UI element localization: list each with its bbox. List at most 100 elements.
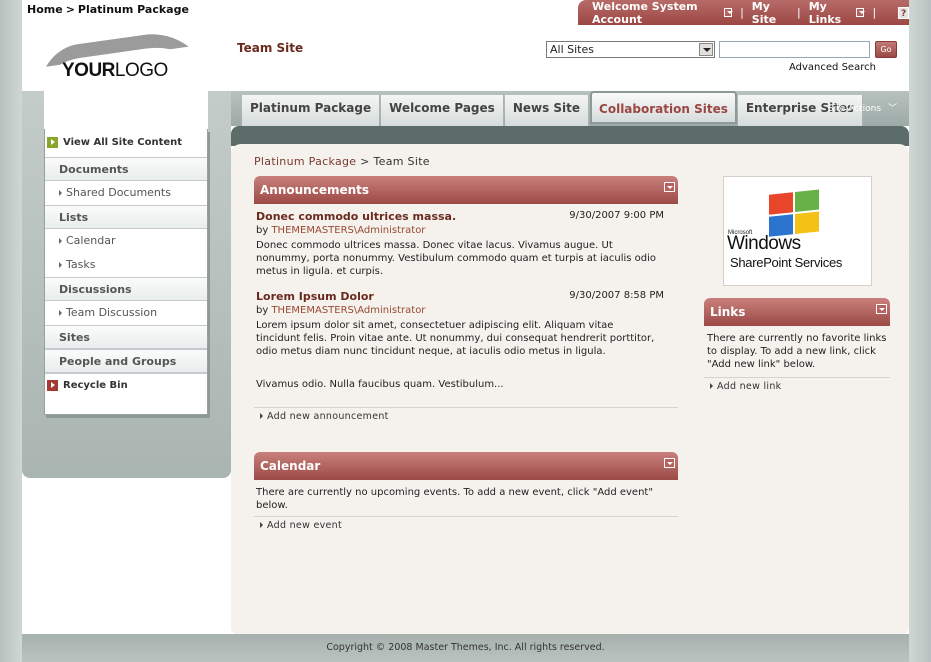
bullet-arrow-icon <box>59 262 62 268</box>
chevron-down-icon <box>723 8 734 17</box>
left-frame: View All Site Content Documents Shared D… <box>22 91 231 478</box>
main-content: Platinum Package > Team Site Announcemen… <box>231 144 909 634</box>
logo-text: YOURLOGO <box>62 60 168 82</box>
nav-heading-sites[interactable]: Sites <box>45 325 207 349</box>
add-event-label: Add new event <box>267 520 343 531</box>
links-header: Links <box>704 298 890 326</box>
announcements-header: Announcements <box>254 176 678 204</box>
arrow-right-icon <box>47 136 58 148</box>
calendar-empty-text: There are currently no upcoming events. … <box>256 487 653 511</box>
search-go-button[interactable]: Go <box>875 41 897 58</box>
byline-label: by <box>256 225 269 236</box>
byline-label: by <box>256 305 269 316</box>
webpart-menu-icon[interactable] <box>664 458 675 468</box>
nav-heading-documents[interactable]: Documents <box>45 157 207 181</box>
divider: | <box>872 6 877 19</box>
search-input[interactable] <box>719 41 870 58</box>
breadcrumb-current: Team Site <box>373 155 430 168</box>
logo-windows-text: Windows <box>727 233 801 254</box>
nav-item-label: Shared Documents <box>66 186 171 199</box>
nav-heading-people-and-groups[interactable]: People and Groups <box>45 349 207 373</box>
calendar-header: Calendar <box>254 452 678 480</box>
advanced-search-link[interactable]: Advanced Search <box>789 62 876 73</box>
bullet-arrow-icon <box>710 383 713 389</box>
chevron-down-icon: ﹀ <box>888 104 898 114</box>
calendar-webpart: Calendar There are currently no upcoming… <box>254 452 678 531</box>
my-site-link[interactable]: My Site <box>752 0 789 26</box>
add-link-label: Add new link <box>717 381 782 392</box>
recycle-bin-link[interactable]: Recycle Bin <box>45 373 207 397</box>
divider: | <box>797 6 801 19</box>
site-logo[interactable]: YOURLOGO <box>36 36 216 84</box>
content-top-band <box>231 126 909 146</box>
announcement-date: 9/30/2007 9:00 PM <box>569 210 664 221</box>
help-icon[interactable]: ? <box>898 6 909 19</box>
nav-item-label: Team Discussion <box>66 306 158 319</box>
author-link[interactable]: THEMEMASTERS\Administrator <box>271 225 425 236</box>
my-links-label: My Links <box>808 0 842 26</box>
announcements-webpart: Announcements Donec commodo ultrices mas… <box>254 176 678 422</box>
quick-launch: View All Site Content Documents Shared D… <box>44 129 208 415</box>
announcement-byline: by THEMEMASTERS\Administrator <box>256 225 676 236</box>
add-new-announcement-link[interactable]: Add new announcement <box>254 407 678 422</box>
search-scope-select[interactable]: All Sites <box>546 41 715 58</box>
tab-news-site[interactable]: News Site <box>504 95 590 126</box>
view-all-site-content-link[interactable]: View All Site Content <box>47 134 182 150</box>
view-all-label: View All Site Content <box>63 136 183 148</box>
bullet-arrow-icon <box>260 522 263 528</box>
my-links-menu[interactable]: My Links <box>808 0 866 26</box>
tab-welcome-pages[interactable]: Welcome Pages <box>381 95 504 126</box>
recycle-bin-icon <box>47 380 58 391</box>
welcome-menu[interactable]: Welcome System Account <box>592 0 734 26</box>
bullet-arrow-icon <box>260 413 263 419</box>
logo-services-text: SharePoint Services <box>730 255 843 270</box>
chevron-down-icon <box>856 8 866 17</box>
chevron-down-icon[interactable] <box>699 43 713 56</box>
links-empty-text: There are currently no favorite links to… <box>707 333 887 370</box>
page: Home > Platinum Package Welcome System Acc… <box>22 0 909 662</box>
site-title[interactable]: Team Site <box>237 41 303 55</box>
webpart-menu-icon[interactable] <box>876 304 887 314</box>
nav-heading-lists[interactable]: Lists <box>45 205 207 229</box>
add-new-link-link[interactable]: Add new link <box>704 377 890 392</box>
announcement-body-more: Vivamus odio. Nulla faucibus quam. Vesti… <box>256 379 504 390</box>
welcome-label: Welcome System Account <box>592 0 698 26</box>
logo-text-light: LOGO <box>114 60 168 81</box>
breadcrumb-home-link[interactable]: Home <box>27 3 63 16</box>
breadcrumb-parent-link[interactable]: Platinum Package <box>254 155 356 168</box>
announcement-body: Donec commodo ultrices massa. Donec vita… <box>256 240 657 277</box>
quick-launch-list: Documents Shared Documents Lists Calenda… <box>45 157 207 397</box>
add-announcement-label: Add new announcement <box>267 411 389 422</box>
breadcrumb-separator: > <box>360 155 370 168</box>
links-title[interactable]: Links <box>710 305 745 319</box>
left-frame-top <box>44 91 208 129</box>
site-actions-menu[interactable]: Site Actions ﹀ <box>828 101 897 114</box>
webpart-menu-icon[interactable] <box>664 182 675 192</box>
links-webpart: Links There are currently no favorite li… <box>704 298 890 392</box>
add-new-event-link[interactable]: Add new event <box>254 516 678 531</box>
windows-flag-icon <box>769 189 821 238</box>
logo-text-bold: YOUR <box>62 60 115 81</box>
copyright-text: Copyright © 2008 Master Themes, Inc. All… <box>326 642 605 653</box>
tab-collaboration-sites[interactable]: Collaboration Sites <box>590 91 737 124</box>
nav-item-shared-documents[interactable]: Shared Documents <box>45 181 207 205</box>
bullet-arrow-icon <box>59 310 62 316</box>
nav-item-team-discussion[interactable]: Team Discussion <box>45 301 207 325</box>
announcement-item: Lorem Ipsum Dolor 9/30/2007 8:58 PM by T… <box>254 290 678 391</box>
announcement-body: Lorem ipsum dolor sit amet, consectetuer… <box>256 320 655 357</box>
content-breadcrumb: Platinum Package > Team Site <box>254 155 430 168</box>
tab-platinum-package[interactable]: Platinum Package <box>242 95 381 126</box>
site-actions-label: Site Actions <box>828 104 882 114</box>
nav-heading-discussions[interactable]: Discussions <box>45 277 207 301</box>
nav-item-calendar[interactable]: Calendar <box>45 229 207 253</box>
bullet-arrow-icon <box>59 190 62 196</box>
author-link[interactable]: THEMEMASTERS\Administrator <box>271 305 425 316</box>
announcement-date: 9/30/2007 8:58 PM <box>569 290 664 301</box>
calendar-title[interactable]: Calendar <box>260 459 320 473</box>
announcements-title[interactable]: Announcements <box>260 183 369 197</box>
breadcrumb-current: Platinum Package <box>77 3 189 16</box>
nav-item-tasks[interactable]: Tasks <box>45 253 207 277</box>
nav-item-label: Calendar <box>66 234 116 247</box>
recycle-bin-label: Recycle Bin <box>63 380 128 391</box>
top-breadcrumb: Home > Platinum Package <box>27 3 189 16</box>
